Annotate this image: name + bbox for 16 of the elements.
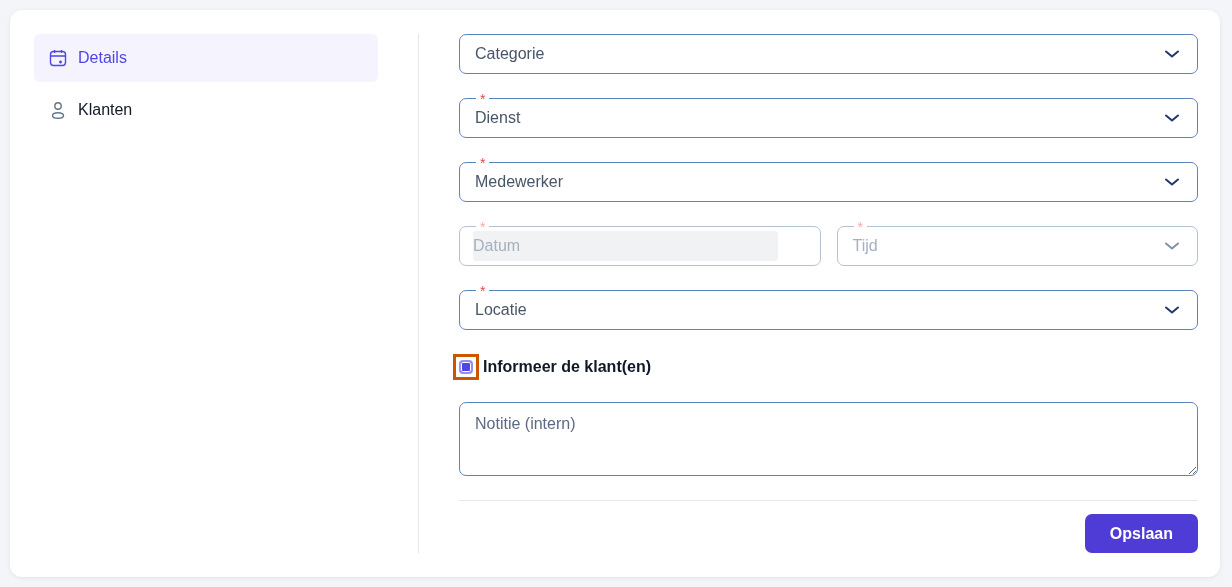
checkbox[interactable] bbox=[459, 360, 473, 374]
required-asterisk: * bbox=[476, 220, 490, 230]
save-button[interactable]: Opslaan bbox=[1084, 514, 1198, 553]
dropdown-field[interactable]: Medewerker bbox=[459, 162, 1198, 202]
dropdown-field[interactable]: Categorie bbox=[459, 34, 1198, 74]
required-asterisk: * bbox=[476, 92, 490, 102]
required-asterisk: * bbox=[853, 220, 867, 230]
dropdown-field[interactable]: Dienst bbox=[459, 98, 1198, 138]
calendar-icon bbox=[48, 48, 68, 68]
sidebar-item[interactable]: Klanten bbox=[34, 86, 378, 134]
required-asterisk: * bbox=[476, 284, 490, 294]
note-field[interactable]: Notitie (intern) bbox=[459, 402, 1198, 476]
sidebar-item[interactable]: Details bbox=[34, 34, 378, 82]
dropdown-field[interactable]: Locatie bbox=[459, 290, 1198, 330]
required-asterisk: * bbox=[476, 156, 490, 166]
checkbox-label: Informeer de klant(en) bbox=[483, 358, 652, 376]
